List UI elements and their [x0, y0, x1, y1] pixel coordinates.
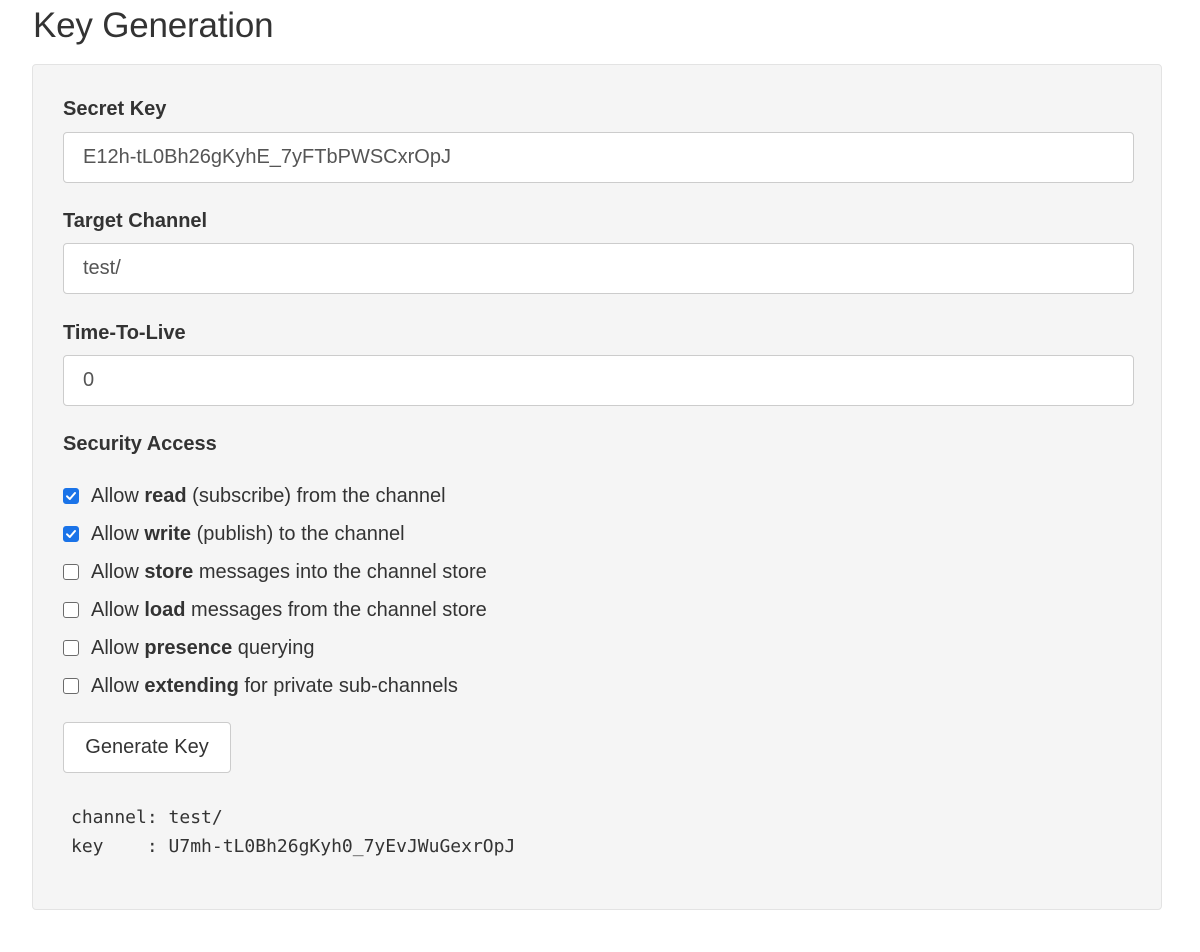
option-suffix: (subscribe) from the channel	[186, 484, 446, 507]
security-option-read[interactable]: Allow read (subscribe) from the channel	[63, 483, 446, 509]
option-keyword: load	[144, 598, 186, 621]
target-channel-label: Target Channel	[63, 210, 208, 232]
option-suffix: messages into the channel store	[193, 560, 487, 583]
option-keyword: write	[144, 522, 192, 545]
security-option-write[interactable]: Allow write (publish) to the channel	[63, 521, 405, 547]
checkbox-unchecked-icon[interactable]	[63, 602, 79, 618]
secret-key-label: Secret Key	[63, 98, 167, 120]
security-option-label: Allow store messages into the channel st…	[91, 561, 487, 584]
option-keyword: store	[144, 560, 194, 583]
option-suffix: (publish) to the channel	[191, 522, 405, 545]
option-suffix: messages from the channel store	[185, 598, 487, 621]
option-prefix: Allow	[91, 522, 145, 545]
option-keyword: read	[144, 484, 187, 507]
key-generation-panel: Secret Key Target Channel Time-To-Live S…	[32, 64, 1162, 910]
security-option-label: Allow read (subscribe) from the channel	[91, 485, 446, 508]
option-suffix: querying	[232, 636, 315, 659]
security-access-label: Security Access	[63, 433, 217, 455]
security-option-load[interactable]: Allow load messages from the channel sto…	[63, 597, 487, 623]
option-prefix: Allow	[91, 674, 145, 697]
output-channel-line: channel: test/	[71, 807, 223, 828]
security-option-label: Allow presence querying	[91, 637, 314, 660]
checkbox-unchecked-icon[interactable]	[63, 678, 79, 694]
security-option-label: Allow extending for private sub-channels	[91, 675, 458, 698]
security-option-label: Allow write (publish) to the channel	[91, 523, 405, 546]
option-keyword: extending	[144, 674, 239, 697]
option-prefix: Allow	[91, 484, 145, 507]
security-option-store[interactable]: Allow store messages into the channel st…	[63, 559, 487, 585]
ttl-input[interactable]	[63, 355, 1134, 406]
generated-output: channel: test/key : U7mh-tL0Bh26gKyh0_7y…	[71, 803, 515, 861]
page-title: Key Generation	[33, 6, 274, 45]
output-key-line: key : U7mh-tL0Bh26gKyh0_7yEvJWuGexrOpJ	[71, 836, 516, 857]
checkbox-unchecked-icon[interactable]	[63, 640, 79, 656]
checkbox-checked-icon[interactable]	[63, 526, 79, 542]
security-option-extending[interactable]: Allow extending for private sub-channels	[63, 673, 458, 699]
target-channel-input[interactable]	[63, 243, 1134, 294]
checkbox-checked-icon[interactable]	[63, 488, 79, 504]
secret-key-input[interactable]	[63, 132, 1134, 183]
option-suffix: for private sub-channels	[238, 674, 458, 697]
checkbox-unchecked-icon[interactable]	[63, 564, 79, 580]
security-option-presence[interactable]: Allow presence querying	[63, 635, 314, 661]
option-prefix: Allow	[91, 598, 145, 621]
generate-key-button[interactable]: Generate Key	[63, 722, 231, 773]
option-prefix: Allow	[91, 636, 145, 659]
ttl-label: Time-To-Live	[63, 322, 186, 344]
option-prefix: Allow	[91, 560, 145, 583]
security-option-label: Allow load messages from the channel sto…	[91, 599, 487, 622]
option-keyword: presence	[144, 636, 233, 659]
